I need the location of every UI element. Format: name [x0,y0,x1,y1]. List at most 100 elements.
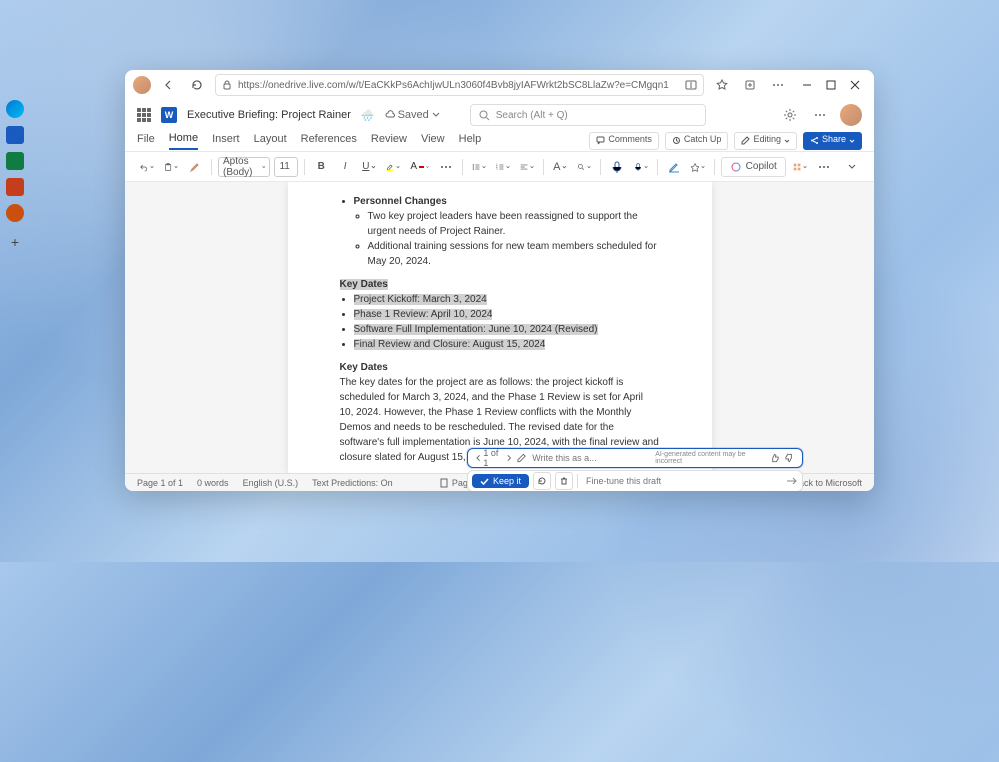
editing-button[interactable]: Editing [734,132,797,150]
language[interactable]: English (U.S.) [243,478,299,488]
ellipsis-icon [813,108,827,122]
catchup-icon [672,136,681,145]
taskbar-app-edge[interactable] [6,100,24,118]
highlight-button[interactable] [383,157,403,177]
tab-help[interactable]: Help [459,133,482,149]
thumbs-up-icon[interactable] [770,453,779,463]
numbering-button[interactable]: 123 [493,157,513,177]
undo-button[interactable] [137,157,157,177]
search-input[interactable]: Search (Alt + Q) [470,104,706,126]
cloud-icon [385,110,395,120]
tab-review[interactable]: Review [371,133,407,149]
taskbar-app-powerpoint[interactable] [6,178,24,196]
italic-button[interactable]: I [335,157,355,177]
minimize-button[interactable] [796,74,818,96]
collapse-ribbon-button[interactable] [842,157,862,177]
addins-icon [793,161,801,173]
copilot-button[interactable]: Copilot [721,157,786,177]
catchup-button[interactable]: Catch Up [665,132,729,150]
user-avatar[interactable] [840,104,862,126]
comment-icon [596,136,605,145]
ai-prompt-input[interactable] [532,453,649,463]
refresh-button[interactable] [187,75,207,95]
dictate-button[interactable] [607,157,627,177]
text-predictions[interactable]: Text Predictions: On [312,478,393,488]
more-button[interactable] [768,75,788,95]
designer-button[interactable] [688,157,708,177]
bullets-button[interactable] [469,157,489,177]
tab-view[interactable]: View [421,133,445,149]
tab-insert[interactable]: Insert [212,133,240,149]
maximize-button[interactable] [820,74,842,96]
chevron-left-icon[interactable] [476,454,481,462]
bold-button[interactable]: B [311,157,331,177]
tab-home[interactable]: Home [169,132,198,150]
chevron-right-icon[interactable] [506,454,511,462]
reader-icon[interactable] [685,79,697,91]
header-more-button[interactable] [810,105,830,125]
taskbar-add-icon[interactable]: + [11,234,19,250]
profile-avatar[interactable] [133,76,151,94]
delete-button[interactable] [555,472,573,490]
ribbon-tabs: File Home Insert Layout References Revie… [125,130,874,152]
styles-button[interactable]: A [550,157,570,177]
chevron-down-icon [426,164,429,170]
refresh-icon [191,79,203,91]
maximize-icon [826,80,836,90]
close-button[interactable] [844,74,866,96]
lock-icon [222,80,232,90]
regenerate-button[interactable] [533,472,551,490]
chevron-down-icon [701,164,705,170]
word-app-icon: W [161,107,177,123]
comments-button[interactable]: Comments [589,132,659,150]
document-title[interactable]: Executive Briefing: Project Rainer [187,109,351,121]
document-canvas[interactable]: Personnel Changes Two key project leader… [125,182,874,473]
font-color-button[interactable]: A [407,157,432,177]
save-status[interactable]: Saved [385,109,440,121]
share-button[interactable]: Share [803,132,862,150]
url-text: https://onedrive.live.com/w/t/EaCKkPs6Ac… [238,80,679,91]
taskbar-app-excel[interactable] [6,152,24,170]
fine-tune-input[interactable] [582,476,782,486]
personnel-heading: Personnel Changes [354,196,447,207]
align-button[interactable] [517,157,537,177]
collections-button[interactable] [740,75,760,95]
chevron-down-icon [562,164,567,170]
keydate-3: Software Full Implementation: June 10, 2… [354,324,598,335]
thumbs-down-icon[interactable] [785,453,794,463]
settings-button[interactable] [780,105,800,125]
font-select[interactable]: Aptos (Body) [218,157,270,177]
addins-button[interactable] [790,157,810,177]
app-launcher-icon[interactable] [137,108,151,122]
more-font-button[interactable] [436,157,456,177]
chevron-down-icon [506,164,510,170]
tab-references[interactable]: References [301,133,357,149]
ai-pager: 1 of 1 [476,448,511,468]
favorite-button[interactable] [712,75,732,95]
editor-button[interactable] [664,157,684,177]
tab-layout[interactable]: Layout [254,133,287,149]
toolbar-more-button[interactable] [814,157,834,177]
paste-button[interactable] [161,157,181,177]
collections-icon [744,79,756,91]
ellipsis-icon [440,161,452,173]
find-button[interactable] [574,157,594,177]
underline-button[interactable]: U [359,157,379,177]
document-emoji: 🌧️ [361,109,375,122]
taskbar-app-word[interactable] [6,126,24,144]
send-icon[interactable] [786,476,798,486]
font-size-select[interactable]: 11 [274,157,298,177]
back-button[interactable] [159,75,179,95]
dictate-dropdown[interactable] [631,157,651,177]
address-bar[interactable]: https://onedrive.live.com/w/t/EaCKkPs6Ac… [215,74,704,96]
format-painter-button[interactable] [185,157,205,177]
app-header: W Executive Briefing: Project Rainer 🌧️ … [125,100,874,130]
document-page[interactable]: Personnel Changes Two key project leader… [288,182,712,473]
word-count[interactable]: 0 words [197,478,229,488]
edit-icon[interactable] [517,453,526,463]
page-count[interactable]: Page 1 of 1 [137,478,183,488]
tab-file[interactable]: File [137,133,155,149]
keep-it-button[interactable]: Keep it [472,474,529,488]
taskbar-app-other[interactable] [6,204,24,222]
chevron-down-icon [587,164,591,170]
